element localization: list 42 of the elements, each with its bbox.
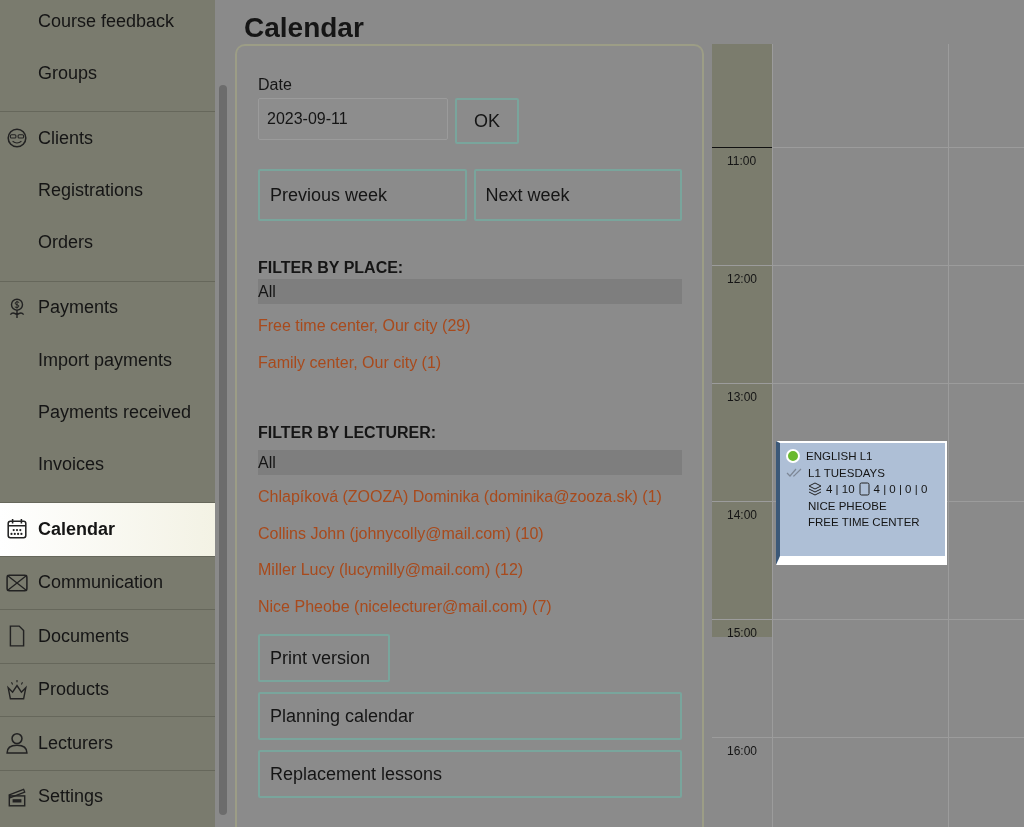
- ok-button[interactable]: OK: [455, 98, 519, 144]
- next-week-button[interactable]: Next week: [473, 169, 682, 221]
- registration-count: 4 | 10: [826, 482, 855, 497]
- page-title: Calendar: [244, 12, 365, 44]
- sidebar-item[interactable]: Calendar: [0, 502, 217, 556]
- stack-icon: [808, 482, 822, 497]
- sidebar-item[interactable]: Payments received: [0, 386, 215, 438]
- scrollbar-thumb[interactable]: [219, 85, 227, 815]
- sidebar-item[interactable]: Groups: [0, 47, 215, 99]
- time-label: 14:00: [727, 508, 758, 522]
- event-place: FREE TIME CENTER: [807, 515, 921, 530]
- place-filter-link[interactable]: All: [258, 279, 682, 304]
- sidebar-item[interactable]: Invoices: [0, 438, 215, 490]
- time-label: 13:00: [727, 390, 758, 404]
- lecturer-filter-link[interactable]: All: [258, 450, 682, 475]
- time-label: 12:00: [727, 272, 758, 286]
- double-check-icon: [786, 467, 804, 478]
- calendar-event[interactable]: ENGLISH L1 L1 TUESDAYS 4 | 10 4 | 0 | 0 | 0 NICE PHEOBE FREE TIME CENTER: [776, 441, 947, 565]
- crown-icon: [6, 678, 28, 701]
- previous-week-button[interactable]: Previous week: [258, 169, 467, 221]
- event-group: L1 TUESDAYS: [808, 464, 885, 481]
- action-button[interactable]: Replacement lessons: [258, 750, 682, 798]
- clipboard-icon: [858, 482, 870, 497]
- attendance-count: 4 | 0 | 0 | 0: [873, 482, 928, 497]
- time-label: 11:00: [727, 154, 757, 168]
- sidebar-item[interactable]: Registrations: [0, 164, 215, 217]
- action-button[interactable]: Planning calendar: [258, 692, 682, 740]
- action-button[interactable]: Print version: [258, 634, 390, 682]
- sidebar-item[interactable]: Import payments: [0, 334, 215, 386]
- calendar-icon: [6, 518, 28, 541]
- event-title: ENGLISH L1: [806, 449, 873, 464]
- sidebar-item[interactable]: Course feedback: [0, 0, 215, 47]
- time-label: 16:00: [727, 744, 758, 758]
- time-label: 15:00: [727, 626, 758, 640]
- event-lecturer: NICE PHEOBE: [807, 498, 888, 514]
- date-label: Date: [258, 76, 293, 94]
- glasses-face-icon: [6, 127, 28, 150]
- date-field[interactable]: 2023-09-11: [258, 98, 448, 140]
- filter-heading: FILTER BY PLACE:: [258, 259, 405, 277]
- filter-heading: FILTER BY LECTURER:: [258, 424, 438, 442]
- sidebar-item[interactable]: Orders: [0, 216, 215, 269]
- person-icon: [6, 732, 28, 755]
